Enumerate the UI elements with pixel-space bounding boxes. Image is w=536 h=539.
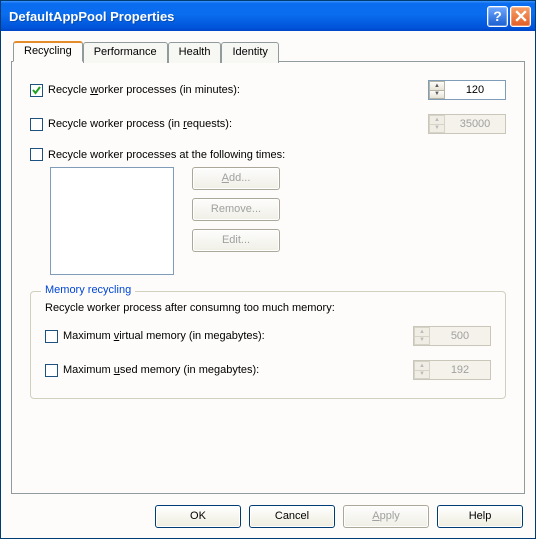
tabstrip: Recycling Performance Health Identity bbox=[13, 41, 525, 62]
spinner-max-used: ▲ ▼ 192 bbox=[413, 360, 491, 380]
row-max-virtual: Maximum virtual memory (in megabytes): ▲… bbox=[45, 326, 491, 346]
checkbox-recycle-times[interactable] bbox=[30, 148, 43, 161]
label-recycle-times: Recycle worker processes at the followin… bbox=[48, 149, 285, 161]
spinner-max-virtual-value: 500 bbox=[430, 327, 490, 345]
tab-performance[interactable]: Performance bbox=[83, 42, 168, 63]
spinner-max-used-value: 192 bbox=[430, 361, 490, 379]
row-recycle-requests: Recycle worker process (in requests): ▲ … bbox=[30, 114, 506, 134]
label-recycle-minutes: Recycle worker processes (in minutes): bbox=[48, 84, 240, 96]
titlebar: DefaultAppPool Properties ? bbox=[1, 1, 535, 31]
spinner-recycle-minutes-value[interactable]: 120 bbox=[445, 81, 505, 99]
apply-button: Apply bbox=[343, 505, 429, 528]
label-recycle-requests: Recycle worker process (in requests): bbox=[48, 118, 232, 130]
tab-identity[interactable]: Identity bbox=[221, 42, 278, 63]
label-max-virtual: Maximum virtual memory (in megabytes): bbox=[63, 330, 265, 342]
row-recycle-times: Recycle worker processes at the followin… bbox=[30, 148, 506, 161]
spinner-recycle-requests-value: 35000 bbox=[445, 115, 505, 133]
memory-desc: Recycle worker process after consumng to… bbox=[45, 302, 491, 314]
checkbox-recycle-minutes[interactable] bbox=[30, 84, 43, 97]
help-icon[interactable]: ? bbox=[487, 6, 508, 27]
close-icon[interactable] bbox=[510, 6, 531, 27]
edit-button: Edit... bbox=[192, 229, 280, 252]
checkbox-max-used[interactable] bbox=[45, 364, 58, 377]
checkbox-max-virtual[interactable] bbox=[45, 330, 58, 343]
spinner-up-icon: ▲ bbox=[414, 361, 430, 370]
row-max-used: Maximum used memory (in megabytes): ▲ ▼ … bbox=[45, 360, 491, 380]
spinner-up-icon: ▲ bbox=[429, 115, 445, 124]
times-area: Add... Remove... Edit... bbox=[50, 167, 506, 275]
add-button: Add... bbox=[192, 167, 280, 190]
label-max-used: Maximum used memory (in megabytes): bbox=[63, 364, 259, 376]
row-recycle-minutes: Recycle worker processes (in minutes): ▲… bbox=[30, 80, 506, 100]
spinner-down-icon: ▼ bbox=[414, 336, 430, 346]
spinner-up-icon[interactable]: ▲ bbox=[429, 81, 445, 90]
cancel-button[interactable]: Cancel bbox=[249, 505, 335, 528]
client-area: Recycling Performance Health Identity Re… bbox=[1, 31, 535, 538]
tab-health[interactable]: Health bbox=[168, 42, 222, 63]
spinner-recycle-requests: ▲ ▼ 35000 bbox=[428, 114, 506, 134]
memory-legend: Memory recycling bbox=[41, 284, 135, 296]
spinner-down-icon[interactable]: ▼ bbox=[429, 90, 445, 100]
tab-panel-recycling: Recycle worker processes (in minutes): ▲… bbox=[11, 61, 525, 494]
spinner-max-virtual: ▲ ▼ 500 bbox=[413, 326, 491, 346]
ok-button[interactable]: OK bbox=[155, 505, 241, 528]
spinner-recycle-minutes[interactable]: ▲ ▼ 120 bbox=[428, 80, 506, 100]
spinner-down-icon: ▼ bbox=[414, 370, 430, 380]
help-button[interactable]: Help bbox=[437, 505, 523, 528]
times-listbox[interactable] bbox=[50, 167, 174, 275]
dialog-footer: OK Cancel Apply Help bbox=[11, 495, 525, 528]
spinner-up-icon: ▲ bbox=[414, 327, 430, 336]
memory-recycling-group: Memory recycling Recycle worker process … bbox=[30, 291, 506, 399]
tab-recycling[interactable]: Recycling bbox=[13, 41, 83, 62]
remove-button: Remove... bbox=[192, 198, 280, 221]
checkbox-recycle-requests[interactable] bbox=[30, 118, 43, 131]
spinner-down-icon: ▼ bbox=[429, 124, 445, 134]
window-title: DefaultAppPool Properties bbox=[9, 9, 485, 24]
